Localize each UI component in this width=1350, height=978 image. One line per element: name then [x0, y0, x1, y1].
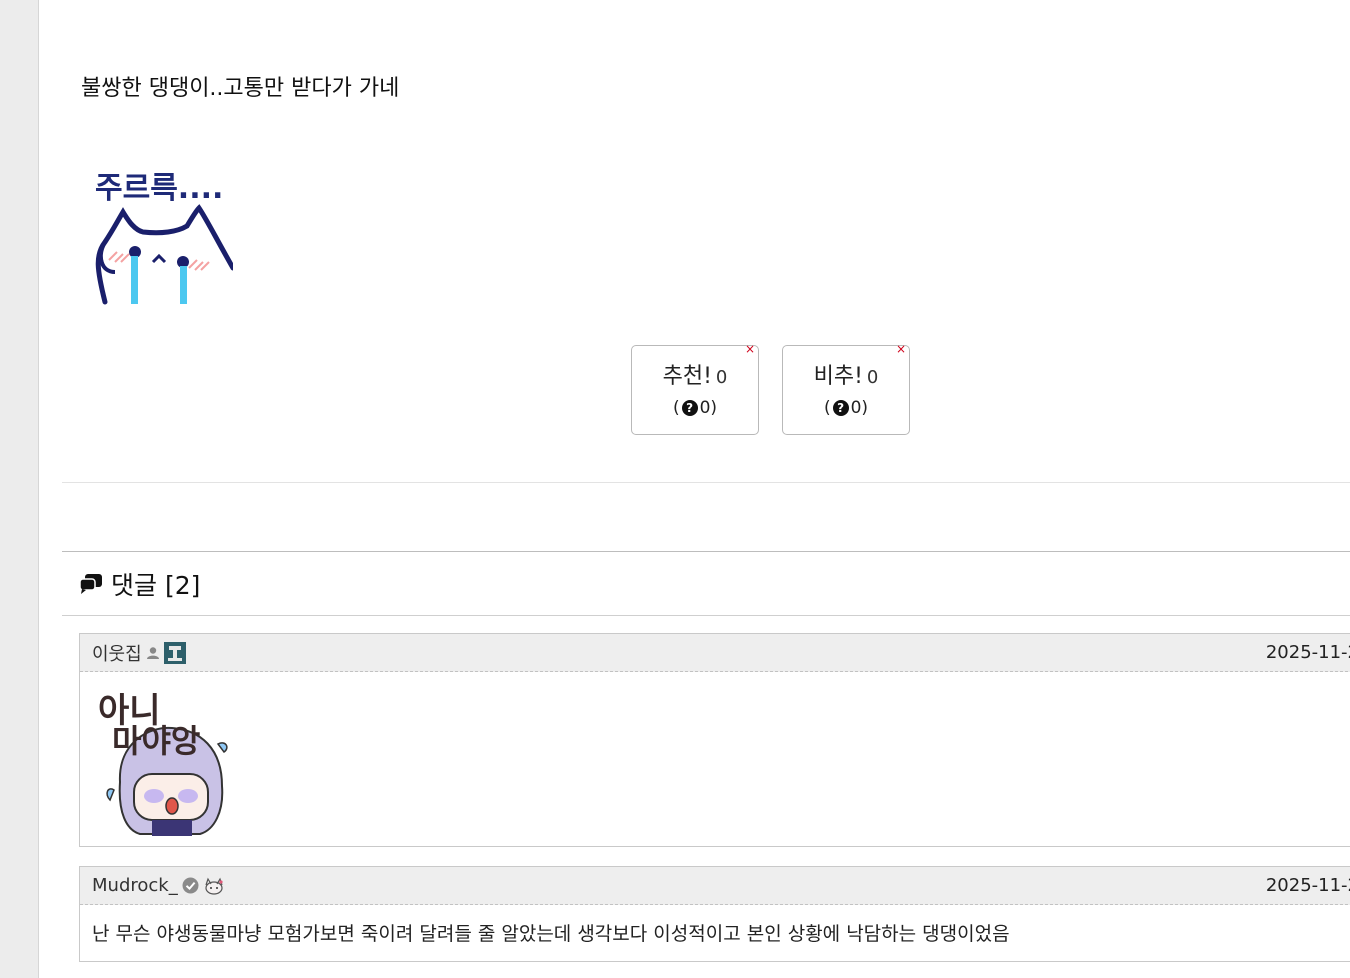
recommend-label: 추천! [662, 364, 712, 389]
question-icon: ? [681, 400, 698, 416]
comments-header: 댓글 [2] [79, 566, 200, 602]
comment-item: Mudrock_ 2025-11-2 난 무슨 야생동물마냥 모험가보면 죽이려… [79, 866, 1350, 962]
crying-girl-sticker: 아니 마야앙 [98, 691, 228, 836]
comment-item: 이웃집 2025-11-2 아니 마야앙 [79, 633, 1350, 847]
comment-date: 2025-11-2 [1265, 642, 1350, 663]
verified-check-icon [182, 877, 199, 894]
avatar [163, 641, 186, 664]
post-body-text: 불쌍한 댕댕이..고통만 받다가 가네 [81, 76, 400, 101]
comment-author[interactable]: Mudrock_ [92, 875, 225, 896]
comment-text: 난 무슨 야생동물마냥 모험가보면 죽이려 달려들 줄 알았는데 생각보다 이성… [92, 923, 1010, 945]
comment-author-name[interactable]: Mudrock_ [92, 875, 178, 896]
question-icon: ? [832, 400, 849, 416]
divider [62, 482, 1350, 483]
not-recommend-count: 0 [866, 367, 879, 388]
recommend-count: 0 [715, 367, 728, 388]
divider [62, 615, 1350, 616]
comment-author[interactable]: 이웃집 [92, 640, 186, 666]
not-recommend-button[interactable]: × 비추! 0 ( ? 0) [782, 342, 910, 435]
comment-date: 2025-11-2 [1265, 875, 1350, 896]
recommend-sub-count: ( ? 0) [672, 398, 718, 418]
svg-text:마야앙: 마야앙 [112, 722, 200, 760]
comment-author-name[interactable]: 이웃집 [92, 640, 142, 666]
not-recommend-label: 비추! [813, 364, 863, 389]
user-icon [146, 646, 159, 659]
not-recommend-sub-count: ( ? 0) [823, 398, 869, 418]
svg-text:주르륵....: 주르륵.... [95, 171, 223, 206]
comments-icon [79, 574, 102, 594]
comment-header: 이웃집 2025-11-2 [80, 634, 1350, 672]
divider [62, 551, 1350, 552]
crying-cat-sticker: 주르륵.... [95, 171, 233, 305]
left-gutter [0, 0, 39, 978]
close-icon[interactable]: × [896, 342, 906, 356]
post-content: 불쌍한 댕댕이..고통만 받다가 가네 주르륵.... × 추천! 0 ( ? 0… [39, 0, 1350, 978]
recommend-button[interactable]: × 추천! 0 ( ? 0) [631, 342, 759, 435]
close-icon[interactable]: × [745, 342, 755, 356]
comment-header: Mudrock_ 2025-11-2 [80, 867, 1350, 905]
comments-title: 댓글 [2] [111, 571, 201, 600]
avatar [205, 877, 223, 895]
